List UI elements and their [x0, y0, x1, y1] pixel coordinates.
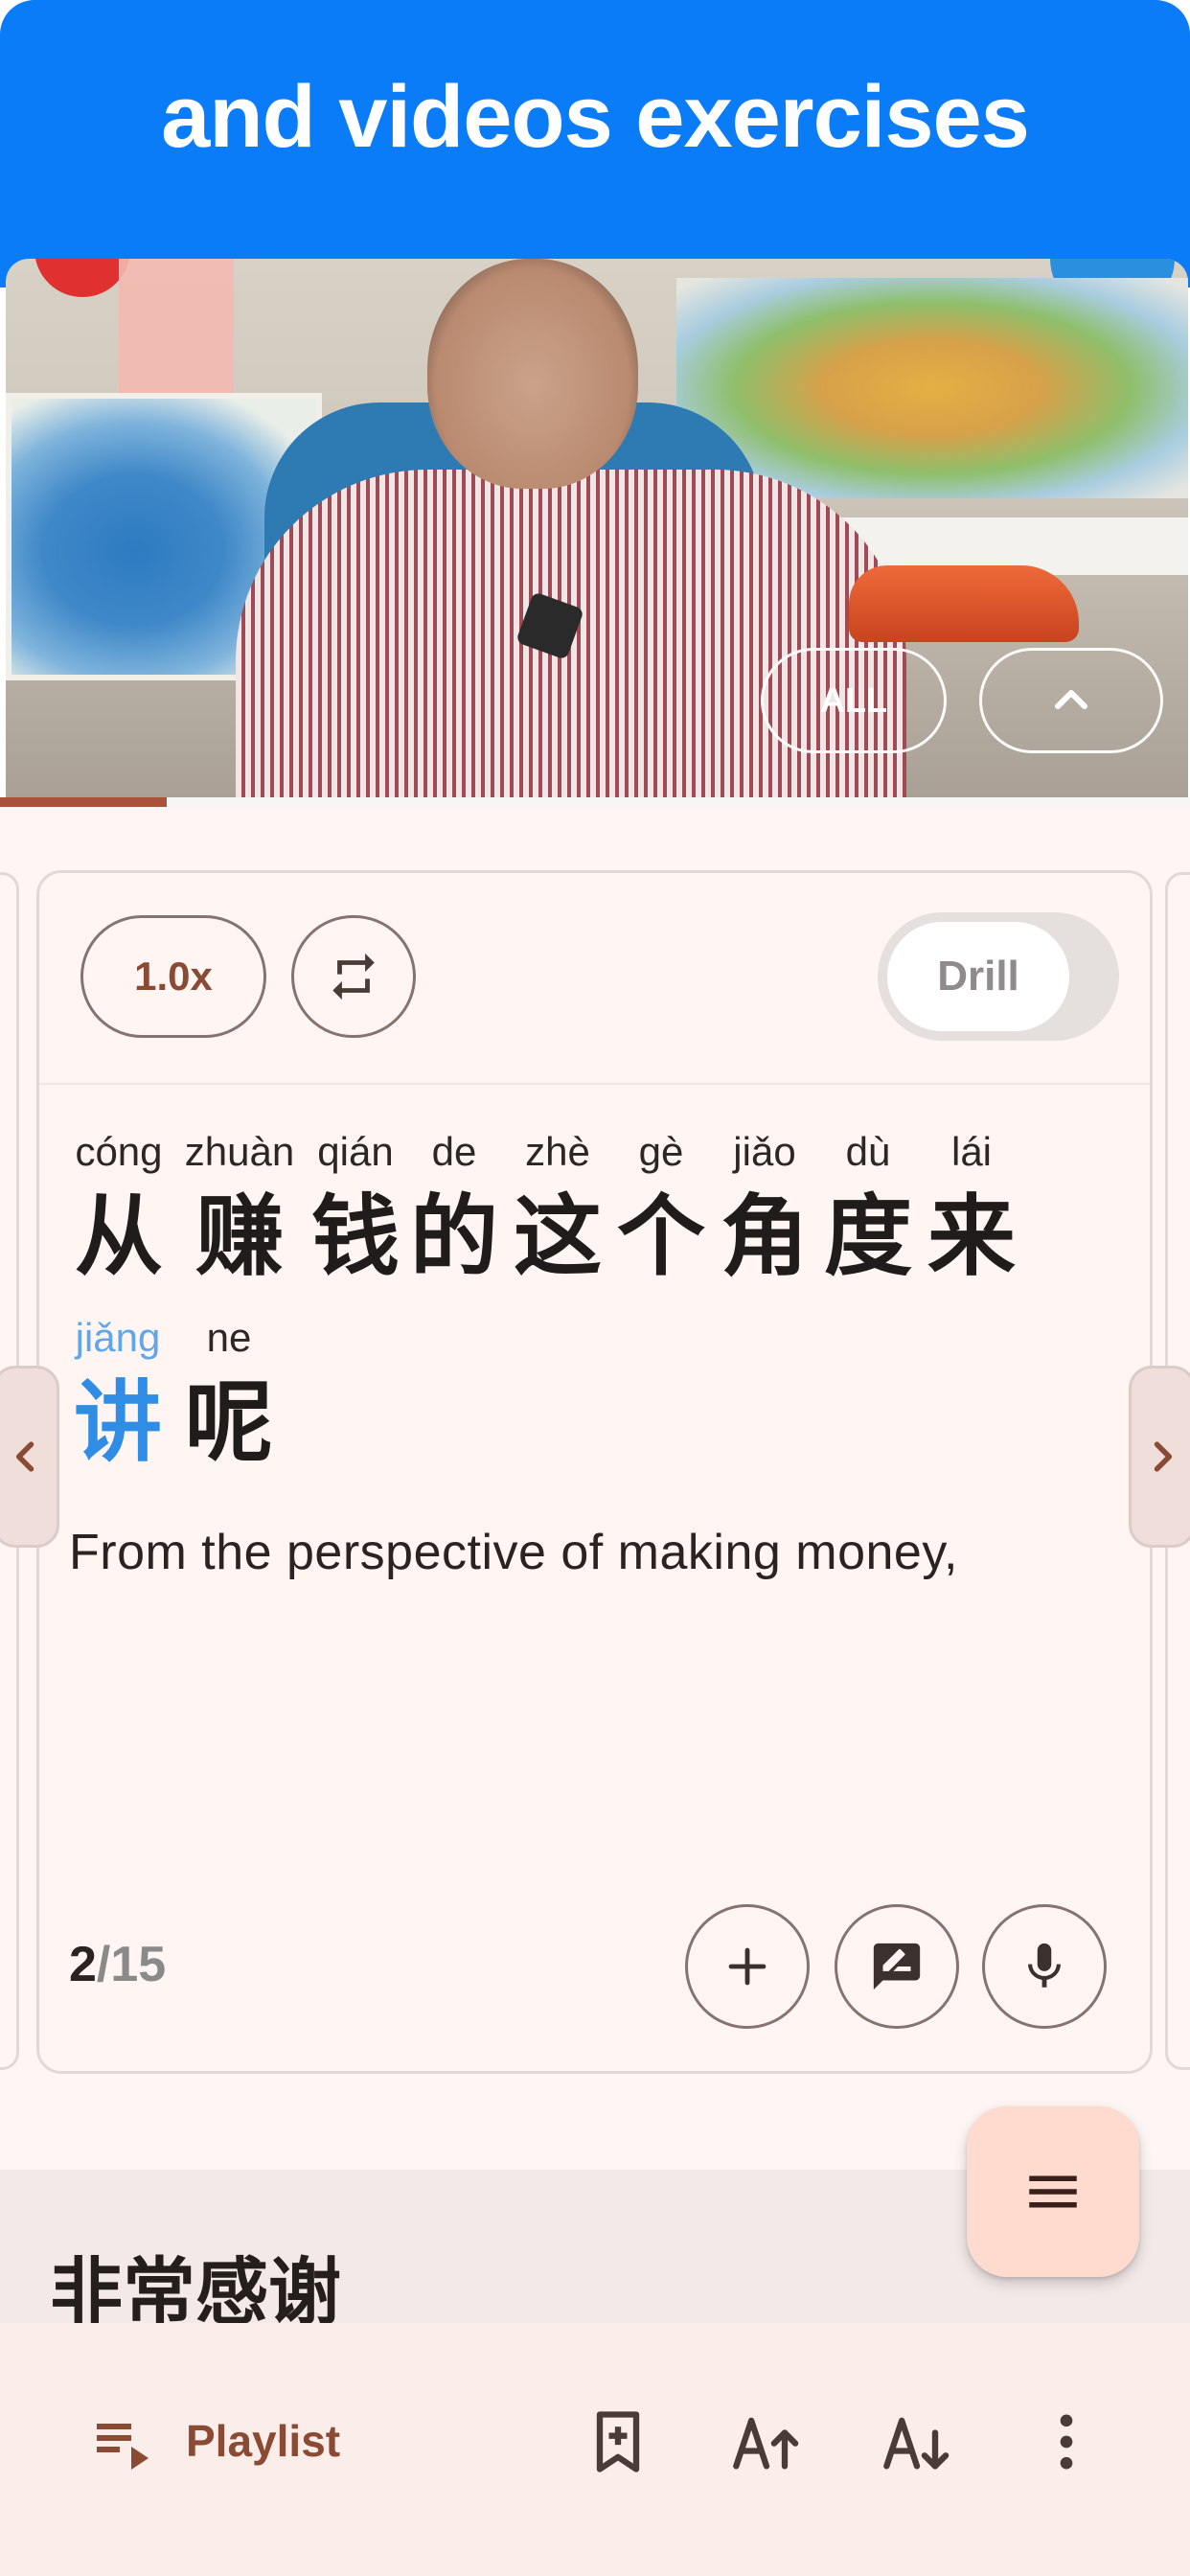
font-size-increase-icon — [733, 2417, 799, 2470]
hanzi: 钱 — [310, 1185, 400, 1288]
promo-banner: and videos exercises — [0, 0, 1190, 288]
playlist-label: Playlist — [186, 2416, 341, 2466]
bookmark-add-button[interactable] — [575, 2401, 661, 2483]
channel-avatar — [34, 259, 130, 297]
drill-toggle[interactable]: Drill — [878, 912, 1119, 1041]
pinyin: zhuàn — [184, 1129, 295, 1174]
more-vertical-icon — [1060, 2414, 1073, 2470]
repeat-icon — [332, 953, 375, 1000]
word[interactable]: dù 度 — [816, 1123, 920, 1294]
plus-icon — [728, 1947, 767, 1986]
sentence-line-2: jiǎng 讲 ne 呢 — [67, 1309, 282, 1480]
banner-title: and videos exercises — [161, 68, 1030, 166]
video-player[interactable]: ALL — [6, 259, 1188, 797]
video-scene-model-car — [849, 565, 1079, 642]
pinyin: jiǎng — [75, 1315, 161, 1360]
menu-fab[interactable] — [967, 2106, 1139, 2277]
word[interactable]: jiǎo 角 — [713, 1123, 816, 1294]
video-progress-track[interactable] — [0, 797, 1190, 807]
pinyin: de — [431, 1129, 477, 1174]
hanzi: 赚 — [195, 1185, 284, 1288]
pinyin: ne — [206, 1315, 252, 1360]
playback-speed-button[interactable]: 1.0x — [80, 915, 266, 1038]
word[interactable]: zhè 这 — [506, 1123, 609, 1294]
chevron-up-icon — [1055, 690, 1087, 709]
hanzi: 从 — [74, 1185, 163, 1288]
word[interactable]: de 的 — [402, 1123, 506, 1294]
sentence-counter: 2/15 — [69, 1936, 166, 1993]
sentence-line-1: cóng 从 zhuàn 赚 qián 钱 de 的 zhè 这 gè 个 jiǎo 角 dù… — [67, 1123, 1023, 1294]
card-divider — [39, 1083, 1150, 1085]
word[interactable]: cóng 从 — [67, 1123, 171, 1294]
bookmark-add-icon — [596, 2411, 640, 2472]
chevron-right-icon — [1154, 1441, 1173, 1472]
collapse-video-button[interactable] — [979, 648, 1163, 753]
hanzi: 讲 — [73, 1371, 162, 1474]
chevron-left-icon — [15, 1441, 34, 1472]
pinyin: jiǎo — [733, 1129, 796, 1174]
hanzi: 来 — [927, 1185, 1016, 1288]
next-sentence-button[interactable] — [1129, 1366, 1190, 1548]
hanzi: 的 — [409, 1185, 498, 1288]
pinyin: lái — [950, 1129, 993, 1174]
hanzi: 这 — [513, 1185, 602, 1288]
video-scene-poster — [119, 259, 234, 402]
show-all-button[interactable]: ALL — [761, 648, 947, 753]
video-scene-person-head — [427, 259, 638, 489]
pinyin: cóng — [75, 1129, 163, 1174]
rate-review-icon — [873, 1943, 921, 1990]
more-options-button[interactable] — [1023, 2401, 1110, 2483]
pinyin: gè — [638, 1129, 684, 1174]
hanzi: 角 — [720, 1185, 809, 1288]
menu-icon — [1029, 2175, 1077, 2208]
microphone-icon — [1028, 1943, 1061, 1988]
drill-toggle-label: Drill — [887, 922, 1069, 1031]
hanzi: 呢 — [184, 1371, 273, 1474]
add-button[interactable] — [685, 1904, 810, 2029]
font-size-increase-button[interactable] — [723, 2401, 810, 2483]
pinyin: zhè — [525, 1129, 590, 1174]
playlist-button[interactable]: Playlist — [88, 2407, 340, 2474]
word[interactable]: lái 来 — [920, 1123, 1023, 1294]
pinyin: dù — [845, 1129, 891, 1174]
word[interactable]: zhuàn 赚 — [172, 1123, 307, 1294]
pinyin: qián — [317, 1129, 394, 1174]
word[interactable]: ne 呢 — [176, 1309, 282, 1480]
font-size-decrease-button[interactable] — [874, 2401, 960, 2483]
translation-text: From the perspective of making money, — [69, 1525, 958, 1580]
record-button[interactable] — [982, 1904, 1107, 2029]
hanzi: 度 — [823, 1185, 912, 1288]
repeat-button[interactable] — [291, 915, 416, 1038]
previous-sentence-button[interactable] — [0, 1366, 59, 1548]
feedback-button[interactable] — [835, 1904, 959, 2029]
playlist-icon — [97, 2424, 149, 2470]
hanzi: 个 — [616, 1185, 705, 1288]
video-scene-map-right — [676, 278, 1188, 498]
counter-total: /15 — [96, 1937, 167, 1992]
word[interactable]: qián 钱 — [309, 1123, 402, 1294]
font-size-decrease-icon — [883, 2417, 950, 2470]
counter-current: 2 — [69, 1937, 97, 1992]
word[interactable]: gè 个 — [609, 1123, 713, 1294]
word-highlighted[interactable]: jiǎng 讲 — [67, 1309, 169, 1480]
video-progress-fill — [0, 797, 167, 807]
